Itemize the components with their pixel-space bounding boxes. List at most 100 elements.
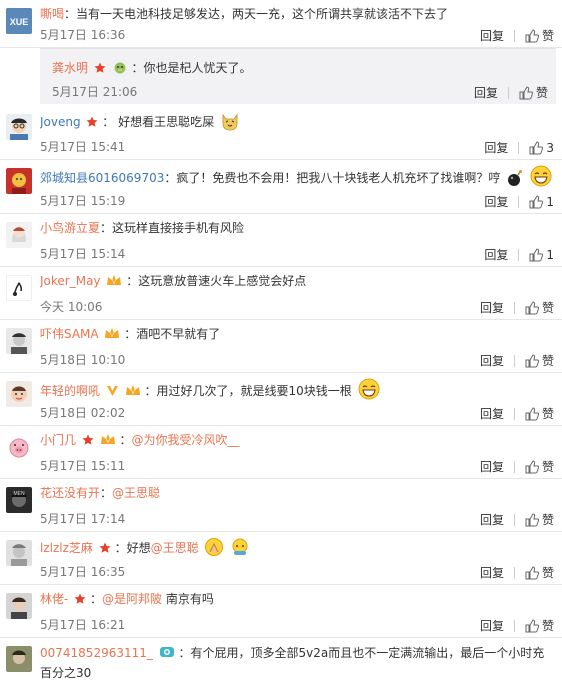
comment-text-line: Joker_May V ：这玩意放普速火车上感觉会好点 bbox=[40, 272, 556, 290]
like-button[interactable]: 赞 bbox=[519, 85, 548, 101]
comment-text: ： 好想看王思聪吃屎 bbox=[102, 115, 215, 129]
comment-text-line: 林佬- ：@是阿邦陂 南京有吗 bbox=[40, 590, 556, 608]
avatar[interactable] bbox=[6, 646, 32, 672]
comment-username[interactable]: 小鸟游立夏 bbox=[40, 221, 100, 235]
avatar[interactable] bbox=[6, 434, 32, 460]
comment-username[interactable]: 吓伟SAMA bbox=[40, 327, 99, 341]
comment-actions: 回复 赞 bbox=[480, 300, 554, 316]
reply-button[interactable]: 回复 bbox=[480, 512, 504, 528]
mention-link[interactable]: @王思聪 bbox=[112, 486, 160, 500]
like-button[interactable]: 赞 bbox=[525, 459, 554, 475]
comment-text: ： bbox=[90, 592, 103, 606]
bomb-emoji-icon bbox=[508, 170, 523, 186]
comment-item: 小鸟游立夏：这玩样直接接手机有风险 5月17日 15:14 回复 1 bbox=[0, 214, 562, 267]
comment-text: ：用过好几次了，就是线要10块钱一根 bbox=[144, 384, 352, 398]
comment-username[interactable]: 00741852963111_ bbox=[40, 646, 153, 660]
crown-badge-icon: V bbox=[100, 434, 115, 445]
mention-link[interactable]: @王思聪 bbox=[151, 541, 199, 555]
like-label: 赞 bbox=[535, 86, 548, 100]
avatar[interactable] bbox=[6, 381, 32, 407]
comment-username[interactable]: 花还没有开 bbox=[40, 486, 100, 500]
svg-text:V: V bbox=[112, 280, 116, 286]
reply-button[interactable]: 回复 bbox=[484, 247, 508, 263]
avatar[interactable] bbox=[6, 593, 32, 619]
comment-item: 00741852963111_ ：有个屁用，顶多全部5v2a而且也不一定满流输出… bbox=[0, 638, 562, 688]
like-label: 赞 bbox=[541, 619, 554, 633]
avatar[interactable] bbox=[6, 168, 32, 194]
reply-button[interactable]: 回复 bbox=[484, 194, 508, 210]
svg-text:V: V bbox=[131, 390, 135, 396]
star-badge-icon bbox=[82, 434, 94, 445]
avatar[interactable] bbox=[6, 114, 32, 140]
divider bbox=[518, 196, 520, 208]
crown-badge-icon: V bbox=[105, 328, 120, 339]
reply-button[interactable]: 回复 bbox=[480, 353, 504, 369]
like-button[interactable]: 3 bbox=[529, 140, 554, 156]
comment-time: 5月17日 15:41 bbox=[40, 140, 126, 154]
comment-text: ： bbox=[119, 433, 132, 447]
like-button[interactable]: 1 bbox=[529, 247, 554, 263]
like-button[interactable]: 赞 bbox=[525, 512, 554, 528]
comment-text-line: 小鸟游立夏：这玩样直接接手机有风险 bbox=[40, 219, 556, 237]
reply-button[interactable]: 回复 bbox=[480, 28, 504, 44]
reply-button[interactable]: 回复 bbox=[484, 140, 508, 156]
like-button[interactable]: 赞 bbox=[525, 618, 554, 634]
like-button[interactable]: 1 bbox=[529, 194, 554, 210]
comment-actions: 回复 1 bbox=[484, 247, 554, 263]
like-label: 赞 bbox=[541, 301, 554, 315]
thumb-up-icon bbox=[525, 301, 539, 315]
reply-button[interactable]: 回复 bbox=[480, 565, 504, 581]
reply-actions: 回复 赞 bbox=[474, 85, 548, 101]
vip-badge-icon bbox=[106, 386, 118, 396]
comment-username[interactable]: 小门几 bbox=[40, 433, 76, 447]
comment-time: 5月18日 02:02 bbox=[40, 406, 126, 420]
thumb-up-icon bbox=[525, 460, 539, 474]
reply-button[interactable]: 回复 bbox=[474, 85, 498, 101]
reply-button[interactable]: 回复 bbox=[480, 300, 504, 316]
comment-text-line: Joveng ： 好想看王思聪吃屎 bbox=[40, 111, 556, 131]
reply-button[interactable]: 回复 bbox=[480, 459, 504, 475]
comment-text: ：疯了！免费也不会用！把我八十块钱老人机充坏了找谁啊？哼 bbox=[164, 171, 501, 185]
comment-time: 5月17日 15:14 bbox=[40, 247, 126, 261]
comment-text-line: 花还没有开：@王思聪 bbox=[40, 484, 556, 502]
like-button[interactable]: 赞 bbox=[525, 353, 554, 369]
reply-username[interactable]: 龚水明 bbox=[52, 61, 88, 75]
avatar[interactable] bbox=[6, 540, 32, 566]
mention-link[interactable]: @是阿邦陂 bbox=[102, 592, 162, 606]
divider bbox=[513, 408, 515, 420]
avatar[interactable] bbox=[6, 275, 32, 301]
comment-item: XUE 嘶喝：当有一天电池科技足够发达，两天一充，这个所谓共享就该活不下去了 5… bbox=[0, 0, 562, 48]
comment-username[interactable]: 郊城知县6016069703 bbox=[40, 171, 164, 185]
laugh-emoji-icon bbox=[358, 378, 380, 400]
reply-button[interactable]: 回复 bbox=[480, 618, 504, 634]
like-button[interactable]: 赞 bbox=[525, 406, 554, 422]
comment-username[interactable]: Joveng bbox=[40, 115, 81, 129]
comment-username[interactable]: 嘶喝 bbox=[40, 7, 64, 21]
avatar[interactable]: MEN bbox=[6, 487, 32, 513]
comment-text-line: 年轻的啊吼 V ：用过好几次了，就是线要10块钱一根 bbox=[40, 378, 556, 400]
avatar[interactable] bbox=[6, 328, 32, 354]
like-button[interactable]: 赞 bbox=[525, 28, 554, 44]
reply-button[interactable]: 回复 bbox=[480, 406, 504, 422]
avatar[interactable] bbox=[6, 222, 32, 248]
comment-username[interactable]: 林佬- bbox=[40, 592, 68, 606]
comment-username[interactable]: Joker_May bbox=[40, 274, 101, 288]
like-button[interactable]: 赞 bbox=[525, 300, 554, 316]
comment-text-line: 郊城知县6016069703：疯了！免费也不会用！把我八十块钱老人机充坏了找谁啊… bbox=[40, 165, 556, 187]
svg-text:V: V bbox=[110, 333, 114, 339]
thumb-up-icon bbox=[525, 619, 539, 633]
comment-username[interactable]: lzlzlz芝麻 bbox=[40, 541, 93, 555]
divider bbox=[513, 461, 515, 473]
comment-username[interactable]: 年轻的啊吼 bbox=[40, 384, 100, 398]
divider bbox=[518, 142, 520, 154]
comment-item: 郊城知县6016069703：疯了！免费也不会用！把我八十块钱老人机充坏了找谁啊… bbox=[0, 160, 562, 214]
camera-badge-icon bbox=[159, 647, 174, 657]
comment-text-line: lzlzlz芝麻 ：好想@王思聪 bbox=[40, 537, 556, 557]
comment-text: ：当有一天电池科技足够发达，两天一充，这个所谓共享就该活不下去了 bbox=[64, 7, 449, 21]
like-count: 1 bbox=[546, 248, 554, 262]
mention-link[interactable]: @为你我受冷风吹__ bbox=[132, 433, 240, 447]
comment-item: 林佬- ：@是阿邦陂 南京有吗 5月17日 16:21 回复 赞 bbox=[0, 585, 562, 638]
avatar[interactable]: XUE bbox=[6, 8, 32, 34]
comment-text: ：这玩样直接接手机有风险 bbox=[100, 221, 245, 235]
like-button[interactable]: 赞 bbox=[525, 565, 554, 581]
